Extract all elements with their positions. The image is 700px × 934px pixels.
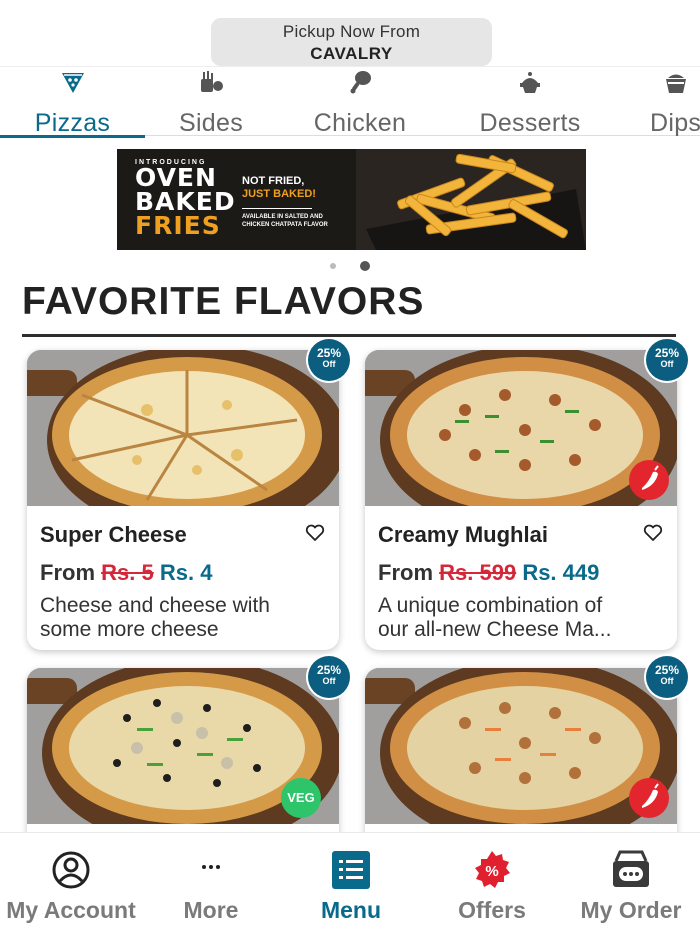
description-line: some more cheese (40, 618, 219, 641)
bottom-navigation: My Account More Menu % Offers My Order (0, 832, 700, 934)
product-name: Super Cheese (40, 522, 187, 547)
product-info: Super Cheese From Rs. 5 Rs. 4 Cheese and… (27, 506, 339, 650)
nav-more[interactable]: More (142, 833, 280, 934)
nav-offers[interactable]: % Offers (422, 833, 562, 934)
dip-bowl-icon (666, 74, 686, 93)
dessert-icon (520, 72, 540, 93)
category-tabs: Pizzas Sides Chicken Desserts Dips (0, 66, 700, 138)
favorite-heart-icon[interactable] (305, 524, 325, 542)
discount-badge: 25% Off (308, 656, 350, 698)
banner-availability-line2: CHICKEN CHATPATA FLAVOR (242, 222, 328, 228)
banner-headline: INTRODUCING OVEN BAKED FRIES (135, 159, 236, 238)
discount-off-label: Off (322, 676, 336, 686)
carousel-dot[interactable] (330, 263, 336, 269)
active-tab-indicator (0, 135, 145, 138)
new-price: Rs. 4 (159, 560, 213, 585)
sides-icon (201, 71, 223, 92)
promo-banner[interactable]: INTRODUCING OVEN BAKED FRIES NOT FRIED, … (117, 149, 586, 250)
pizza-slice-icon (61, 73, 84, 93)
banner-tag-line1: NOT FRIED, (242, 175, 305, 187)
product-image (27, 350, 339, 506)
section-title: FAVORITE FLAVORS (22, 280, 425, 323)
nav-my-account[interactable]: My Account (0, 833, 142, 934)
banner-line-fries: FRIES (135, 211, 221, 240)
more-dots-icon (202, 865, 220, 869)
section-divider (22, 334, 676, 337)
tab-label: Sides (178, 109, 244, 137)
old-price: Rs. 599 (439, 560, 517, 585)
tab-pizzas[interactable]: Pizzas (0, 67, 145, 138)
tab-label: Desserts (479, 109, 581, 137)
product-price: From Rs. 5 Rs. 4 (40, 560, 212, 586)
menu-list-icon (332, 851, 370, 889)
discount-off-label: Off (660, 359, 674, 369)
price-prefix: From (40, 560, 95, 585)
nav-label: Offers (458, 897, 526, 923)
product-description: A unique combination of our all-new Chee… (378, 594, 668, 642)
discount-percent: 25% (316, 663, 342, 677)
product-description: Cheese and cheese with some more cheese (40, 594, 330, 642)
nav-label: More (183, 897, 239, 923)
discount-badge: 25% Off (646, 656, 688, 698)
banner-divider (242, 208, 312, 209)
product-card-super-cheese[interactable]: Super Cheese From Rs. 5 Rs. 4 Cheese and… (27, 350, 339, 650)
nav-label: My Account (6, 897, 136, 923)
offers-badge-icon: % (475, 851, 510, 888)
tab-desserts[interactable]: Desserts (460, 67, 600, 137)
nav-label: Menu (320, 897, 382, 923)
description-line: A unique combination of (378, 594, 603, 617)
tab-sides[interactable]: Sides (145, 67, 277, 137)
pickup-store-name: CAVALRY (310, 44, 393, 63)
discount-percent: 25% (654, 346, 680, 360)
spicy-tag (629, 778, 669, 818)
account-icon (52, 851, 90, 889)
veg-tag: VEG (281, 778, 321, 818)
discount-off-label: Off (322, 359, 336, 369)
nav-label: My Order (580, 897, 682, 923)
svg-text:%: % (485, 863, 498, 880)
product-price: From Rs. 599 Rs. 449 (378, 560, 599, 586)
banner-tag-line2: JUST BAKED! (242, 188, 316, 200)
tab-label: Chicken (313, 109, 407, 137)
drumstick-icon (350, 71, 371, 94)
discount-percent: 25% (316, 346, 342, 360)
pickup-label: Pickup Now From (282, 22, 421, 41)
nav-menu[interactable]: Menu (280, 833, 422, 934)
banner-tagline: NOT FRIED, JUST BAKED! AVAILABLE IN SALT… (242, 175, 328, 229)
old-price: Rs. 5 (101, 560, 154, 585)
tab-label: Dips (650, 109, 700, 137)
fries-image (356, 149, 586, 250)
spicy-tag (629, 460, 669, 500)
description-line: Cheese and cheese with (40, 594, 270, 617)
order-tracker-icon (613, 850, 649, 887)
banner-availability-line1: AVAILABLE IN SALTED AND (242, 214, 323, 220)
pickup-location-button[interactable]: Pickup Now From CAVALRY (211, 18, 492, 66)
price-prefix: From (378, 560, 433, 585)
tab-label: Pizzas (34, 109, 111, 137)
discount-badge: 25% Off (308, 339, 350, 381)
nav-my-order[interactable]: My Order (562, 833, 700, 934)
favorite-heart-icon[interactable] (643, 524, 663, 542)
tab-dips[interactable]: Dips (638, 67, 700, 137)
chili-icon (642, 465, 659, 490)
product-info: Creamy Mughlai From Rs. 599 Rs. 449 A un… (365, 506, 677, 650)
description-line: our all-new Cheese Ma... (378, 618, 612, 641)
product-name: Creamy Mughlai (378, 522, 548, 547)
tab-chicken[interactable]: Chicken (290, 67, 430, 137)
carousel-pager (330, 260, 380, 272)
discount-off-label: Off (660, 676, 674, 686)
carousel-dot-active[interactable] (360, 261, 370, 271)
product-card-creamy-mughlai[interactable]: Creamy Mughlai From Rs. 599 Rs. 449 A un… (365, 350, 677, 650)
chili-icon (642, 783, 659, 808)
discount-badge: 25% Off (646, 339, 688, 381)
discount-percent: 25% (654, 663, 680, 677)
new-price: Rs. 449 (522, 560, 600, 585)
